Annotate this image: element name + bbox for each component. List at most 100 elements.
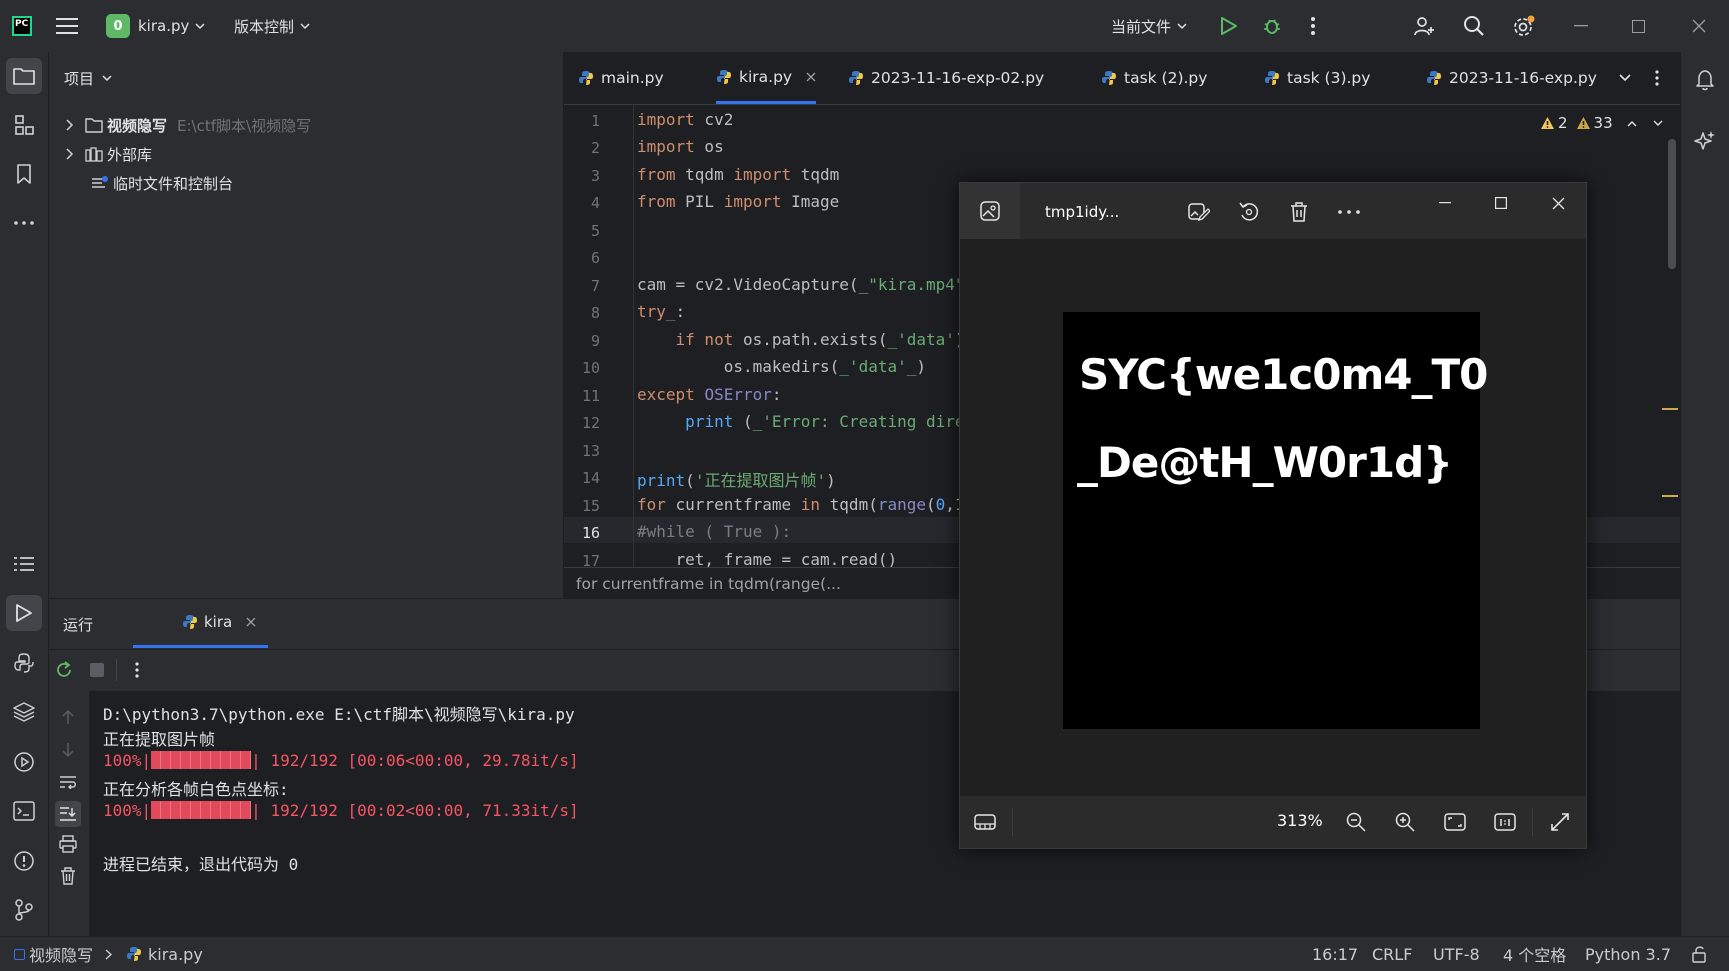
maximize-window-button[interactable] [1632,0,1645,52]
status-interpreter[interactable]: Python 3.7 [1585,937,1671,971]
console-progress-line: 100%| | 192/192 [00:06<00:00, 29.78it/s] [103,751,579,770]
python-packages-tool-button[interactable] [6,694,42,730]
more-tools-button[interactable] [6,205,42,241]
project-panel-header[interactable]: 项目 [64,68,112,89]
editor-scrollbar[interactable] [1668,139,1676,269]
filmstrip-icon[interactable] [972,810,998,834]
console-line: 正在分析各帧白色点坐标: [103,780,289,799]
more-actions-icon[interactable] [135,662,139,678]
arrow-down-icon[interactable] [61,742,75,758]
tree-item-project-root[interactable]: 视频隐写 E:\ctf脚本\视频隐写 [66,111,311,139]
zoom-out-icon[interactable] [1343,810,1369,834]
project-badge: 0 [106,14,130,38]
terminal-tool-button[interactable] [6,793,42,829]
structure-tool-button[interactable] [6,107,42,143]
viewer-maximize-button[interactable] [1486,191,1516,215]
run-tab-kira[interactable]: kira [133,599,269,648]
notifications-button[interactable] [1687,62,1723,98]
project-switcher[interactable]: 0 kira.py [106,0,205,52]
close-window-button[interactable] [1692,0,1706,52]
run-panel-title: 运行 [63,616,94,634]
viewer-close-button[interactable] [1543,191,1573,215]
more-options-icon[interactable] [1336,199,1362,225]
bookmarks-tool-button[interactable] [6,156,42,192]
rotate-icon[interactable] [1236,199,1262,225]
status-indent[interactable]: 4 个空格 [1503,937,1566,971]
debug-icon[interactable] [1262,0,1282,52]
breadcrumb[interactable]: for currentframe in tqdm(range(... [576,575,841,593]
arrow-up-icon[interactable] [61,709,75,725]
tab-exp-02-py[interactable]: 2023-11-16-exp-02.py [848,52,1044,104]
close-tab-icon[interactable] [806,72,816,82]
edit-image-icon[interactable] [1186,199,1212,225]
code-line: print('正在提取图片帧') [637,471,836,490]
minimize-window-button[interactable] [1574,0,1588,52]
lock-icon[interactable] [1692,937,1708,971]
tab-list-dropdown[interactable] [1619,52,1631,104]
tree-item-external-libraries[interactable]: 外部库 [66,140,152,168]
run-play-icon [16,604,32,622]
project-tool-button[interactable] [6,58,42,94]
python-console-tool-button[interactable] [6,645,42,681]
fullscreen-icon[interactable] [1547,810,1573,834]
zoom-level[interactable]: 313% [1277,811,1323,830]
vcs-menu[interactable]: 版本控制 [234,0,310,52]
code-line: import os [637,137,724,156]
folder-icon [85,117,103,133]
delete-icon[interactable] [1286,199,1312,225]
chevron-down-icon [1177,22,1187,30]
viewer-image[interactable]: SYC{we1c0m4_T0 _De@tH_W0r1d} [1063,312,1488,729]
tab-main-py[interactable]: main.py [578,52,664,104]
tree-item-scratches[interactable]: 临时文件和控制台 [91,169,233,197]
warning-marker[interactable] [1662,408,1678,410]
status-caret-position[interactable]: 16:17 [1312,937,1358,971]
run-tool-button[interactable] [6,595,42,631]
settings-gear-icon[interactable] [1512,0,1536,52]
status-line-separator[interactable]: CRLF [1372,937,1412,971]
warning-marker[interactable] [1662,495,1678,497]
status-project[interactable]: 视频隐写 [14,937,93,971]
tab-exp-py[interactable]: 2023-11-16-exp.py [1426,52,1597,104]
search-icon[interactable] [1463,0,1485,52]
run-icon[interactable] [1220,0,1238,52]
zoom-in-icon[interactable] [1392,810,1418,834]
chevron-right-icon [105,937,112,971]
app-logo[interactable]: PC [12,0,32,52]
git-tool-button[interactable] [6,892,42,928]
image-viewer-window: tmp1idy... SYC{we1c0m4_T0 _De@tH_W0r1d} [959,182,1587,849]
ai-assistant-button[interactable] [1687,123,1723,159]
services-tool-button[interactable] [6,744,42,780]
print-icon[interactable] [59,835,77,853]
rerun-icon[interactable] [55,661,73,679]
viewer-minimize-button[interactable] [1430,191,1460,215]
main-menu-icon[interactable] [56,0,78,52]
more-actions-icon[interactable] [1310,0,1316,52]
tab-kira-py[interactable]: kira.py [716,52,817,104]
problems-tool-button[interactable] [6,843,42,879]
services-icon [14,752,34,772]
right-tool-strip [1680,52,1729,936]
python-file-icon [183,615,197,629]
status-encoding[interactable]: UTF-8 [1433,937,1480,971]
todo-tool-button[interactable] [6,546,42,582]
gallery-icon[interactable] [960,183,1020,239]
stop-icon[interactable] [90,663,104,677]
tree-item-label: 视频隐写 [107,116,168,135]
scroll-to-end-icon[interactable] [55,801,81,827]
image-text-line: SYC{we1c0m4_T0 [1079,350,1488,399]
viewer-title-bar: tmp1idy... [960,183,1586,239]
viewer-title: tmp1idy... [1045,203,1120,221]
run-config-selector[interactable]: 当前文件 [1111,0,1187,52]
close-tab-icon[interactable] [246,617,256,627]
soft-wrap-icon[interactable] [59,775,77,789]
code-line: except OSError: [637,385,782,404]
editor-more-icon[interactable] [1655,52,1659,104]
python-file-icon [1265,71,1279,85]
tab-task-2-py[interactable]: task (2).py [1101,52,1207,104]
status-file[interactable]: kira.py [126,937,203,971]
trash-icon[interactable] [60,867,76,885]
tab-task-3-py[interactable]: task (3).py [1264,52,1370,104]
actual-size-icon[interactable] [1492,810,1518,834]
fit-to-window-icon[interactable] [1442,810,1468,834]
add-user-icon[interactable] [1413,0,1435,52]
